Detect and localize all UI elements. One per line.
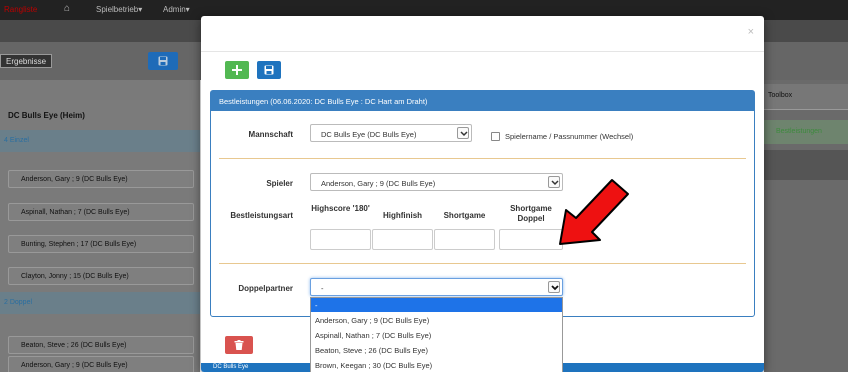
- team-header: DC Bulls Eye (Heim): [0, 100, 200, 130]
- save-icon: [158, 56, 168, 66]
- player-name: Anderson, Gary ; 9 (DC Bulls Eye): [21, 176, 128, 183]
- column-highscore: Highscore '180': [311, 204, 370, 213]
- divider: [219, 158, 746, 159]
- menu-spielbetrieb[interactable]: Spielbetrieb▾: [96, 5, 142, 14]
- save-icon: [264, 65, 274, 75]
- plus-icon: [232, 65, 242, 75]
- trash-icon: [234, 340, 244, 350]
- mannschaft-label: Mannschaft: [248, 130, 293, 139]
- highfinish-input[interactable]: [372, 229, 433, 250]
- group-single[interactable]: 4 Einzel: [0, 130, 200, 152]
- chevron-down-icon: [457, 127, 469, 139]
- spieler-value: Anderson, Gary ; 9 (DC Bulls Eye): [321, 179, 436, 188]
- delete-button[interactable]: [225, 336, 253, 354]
- add-button[interactable]: [225, 61, 249, 79]
- chevron-down-icon: [548, 281, 560, 293]
- doppelpartner-dropdown-list: - Anderson, Gary ; 9 (DC Bulls Eye) Aspi…: [310, 297, 563, 372]
- red-arrow-annotation: [559, 179, 629, 245]
- home-icon[interactable]: ⌂: [64, 3, 70, 14]
- player-name: Clayton, Jonny ; 15 (DC Bulls Eye): [21, 273, 129, 280]
- doppelpartner-select[interactable]: -: [310, 278, 563, 296]
- group-single-label: 4 Einzel: [4, 137, 29, 144]
- spieler-label: Spieler: [266, 179, 293, 188]
- ergebnisse-label: Ergebnisse: [0, 54, 53, 68]
- group-double[interactable]: 2 Doppel: [0, 292, 200, 314]
- save-button[interactable]: [257, 61, 281, 79]
- wechsel-label: Spielername / Passnummer (Wechsel): [505, 132, 634, 141]
- dropdown-option[interactable]: -: [311, 298, 562, 312]
- highscore-input[interactable]: [310, 229, 371, 250]
- dropdown-option[interactable]: Anderson, Gary ; 9 (DC Bulls Eye): [311, 313, 562, 327]
- panel-header: Bestleistungen (06.06.2020: DC Bulls Eye…: [211, 91, 754, 111]
- player-name: Aspinall, Nathan ; 7 (DC Bulls Eye): [21, 209, 130, 216]
- group-double-label: 2 Doppel: [4, 299, 33, 306]
- bestleistungen-button[interactable]: Bestleistungen: [764, 120, 848, 144]
- next-panel-title: DC Bulls Eye: [213, 364, 249, 370]
- spieler-select[interactable]: Anderson, Gary ; 9 (DC Bulls Eye): [310, 173, 563, 191]
- modal-header: ×: [201, 16, 764, 52]
- toolbox-label: Toolbox: [768, 92, 793, 99]
- player-row[interactable]: Aspinall, Nathan ; 7 (DC Bulls Eye): [8, 203, 194, 221]
- close-icon[interactable]: ×: [748, 26, 754, 38]
- player-row[interactable]: Anderson, Gary ; 9 (DC Bulls Eye): [8, 170, 194, 188]
- toolbox-header: Toolbox: [764, 84, 848, 110]
- mannschaft-value: DC Bulls Eye (DC Bulls Eye): [321, 130, 417, 139]
- background-save-button[interactable]: [148, 52, 178, 70]
- menu-admin[interactable]: Admin▾: [163, 5, 190, 14]
- brand-link[interactable]: Rangliste: [4, 5, 37, 14]
- team-title: DC Bulls Eye (Heim): [8, 111, 85, 120]
- column-shortgame: Shortgame: [443, 211, 486, 220]
- doppelpartner-value: -: [321, 284, 324, 293]
- dropdown-option[interactable]: Brown, Keegan ; 30 (DC Bulls Eye): [311, 358, 562, 372]
- divider: [219, 263, 746, 264]
- bestleistungsart-label: Bestleistungsart: [230, 211, 293, 220]
- bestleistungen-modal: × Bestleistungen (06.06.2020: DC Bulls E…: [201, 16, 764, 372]
- column-highfinish: Highfinish: [382, 211, 423, 220]
- wechsel-checkbox[interactable]: [491, 132, 500, 141]
- player-row[interactable]: Anderson, Gary ; 9 (DC Bulls Eye): [8, 356, 194, 372]
- bestleistungen-label: Bestleistungen: [776, 128, 822, 135]
- player-name: Bunting, Stephen ; 17 (DC Bulls Eye): [21, 241, 137, 248]
- player-row[interactable]: Clayton, Jonny ; 15 (DC Bulls Eye): [8, 267, 194, 285]
- right-lower-block: [764, 150, 848, 180]
- dropdown-option[interactable]: Beaton, Steve ; 26 (DC Bulls Eye): [311, 343, 562, 357]
- shortgame-input[interactable]: [434, 229, 495, 250]
- mannschaft-select[interactable]: DC Bulls Eye (DC Bulls Eye): [310, 124, 472, 142]
- player-row[interactable]: Bunting, Stephen ; 17 (DC Bulls Eye): [8, 235, 194, 253]
- player-row[interactable]: Beaton, Steve ; 26 (DC Bulls Eye): [8, 336, 194, 354]
- doppelpartner-label: Doppelpartner: [238, 284, 293, 293]
- dropdown-option[interactable]: Aspinall, Nathan ; 7 (DC Bulls Eye): [311, 328, 562, 342]
- player-name: Beaton, Steve ; 26 (DC Bulls Eye): [21, 342, 127, 349]
- player-name: Anderson, Gary ; 9 (DC Bulls Eye): [21, 362, 128, 369]
- panel-title: Bestleistungen (06.06.2020: DC Bulls Eye…: [219, 97, 428, 106]
